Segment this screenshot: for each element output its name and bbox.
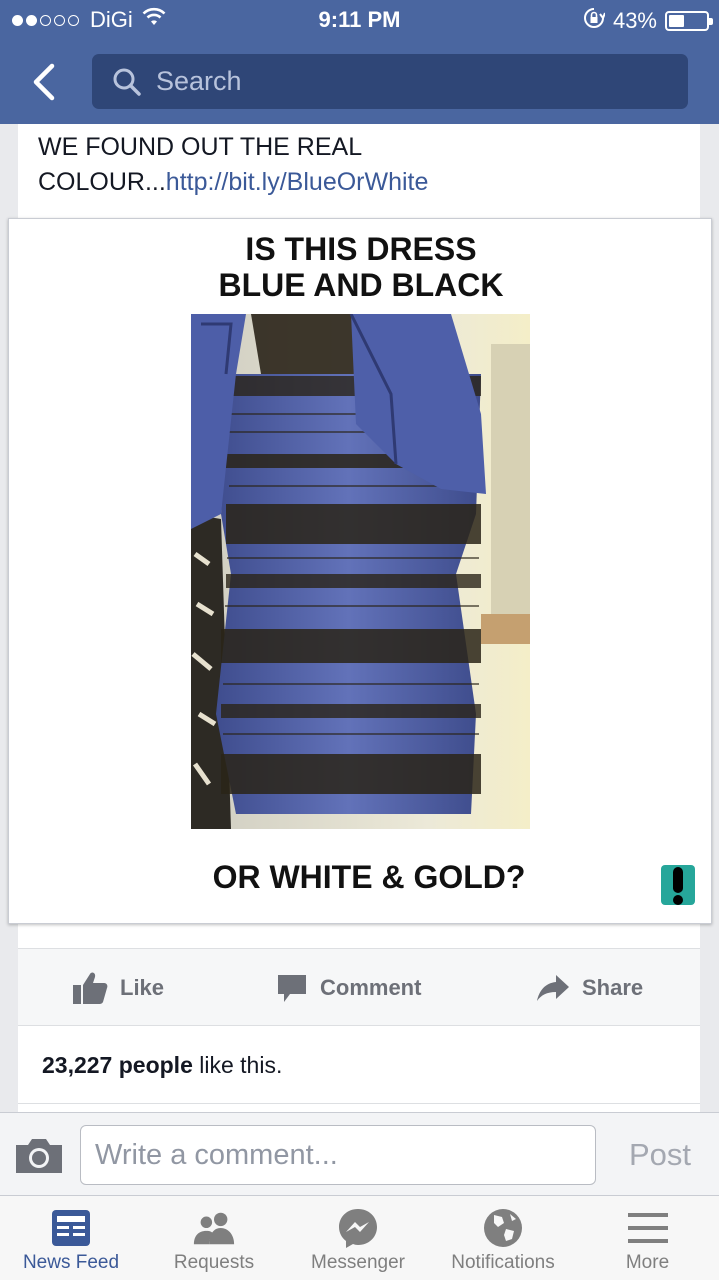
tab-label: Notifications [451, 1252, 555, 1273]
post-text: WE FOUND OUT THE REAL COLOUR...http://bi… [38, 130, 688, 200]
share-arrow-icon [537, 975, 569, 1001]
post-comment-button[interactable]: Post [620, 1131, 700, 1179]
comment-composer: Post [0, 1112, 719, 1196]
battery-fill [669, 15, 685, 27]
status-right: 43% [583, 7, 713, 35]
tab-label: Messenger [311, 1252, 405, 1273]
news-feed-icon [49, 1208, 93, 1248]
top-navigation-bar: DiGi 9:11 PM 43% Search [0, 0, 719, 124]
search-icon [112, 67, 142, 97]
comment-label: Comment [320, 975, 422, 1000]
comment-input[interactable] [80, 1125, 596, 1185]
like-button[interactable]: Like [72, 949, 164, 1027]
tab-requests[interactable]: Requests [142, 1196, 286, 1280]
thumbs-up-icon [73, 972, 108, 1004]
post-image[interactable]: IS THIS DRESS BLUE AND BLACK OR WHITE & … [8, 218, 712, 924]
comment-button[interactable]: Comment [276, 949, 421, 1027]
messenger-icon [336, 1208, 380, 1248]
search-input[interactable]: Search [92, 54, 688, 109]
bottom-tab-bar: News Feed Requests Messenger Notificatio… [0, 1196, 719, 1280]
post-link[interactable]: http://bit.ly/BlueOrWhite [166, 168, 429, 196]
tab-notifications[interactable]: Notifications [430, 1196, 576, 1280]
post-action-bar: Like Comment Share [18, 948, 700, 1026]
back-button[interactable] [24, 58, 64, 106]
like-label: Like [120, 975, 165, 1000]
tab-messenger[interactable]: Messenger [286, 1196, 430, 1280]
globe-icon [481, 1208, 525, 1248]
search-placeholder: Search [156, 66, 242, 96]
exclamation-logo-icon [661, 863, 695, 907]
likes-suffix: like this. [192, 1052, 283, 1078]
tab-label: News Feed [22, 1252, 120, 1273]
likes-summary[interactable]: 23,227 people like this. [42, 1052, 282, 1079]
tab-more[interactable]: More [576, 1196, 719, 1280]
rotation-lock-icon [583, 7, 606, 35]
headline-line-1: IS THIS DRESS [245, 231, 477, 267]
tab-label: More [625, 1252, 670, 1273]
share-button[interactable]: Share [536, 949, 643, 1027]
image-headline: IS THIS DRESS BLUE AND BLACK [9, 231, 713, 303]
status-bar: DiGi 9:11 PM 43% [0, 0, 719, 40]
camera-button[interactable] [14, 1135, 64, 1175]
tab-label: Requests [173, 1252, 255, 1273]
share-label: Share [582, 975, 644, 1000]
battery-icon [665, 11, 713, 31]
image-footline: OR WHITE & GOLD? [212, 859, 526, 895]
likes-count: 23,227 people [42, 1052, 193, 1078]
hamburger-icon [626, 1208, 670, 1248]
tab-news-feed[interactable]: News Feed [0, 1196, 142, 1280]
headline-line-2: BLUE AND BLACK [218, 267, 504, 303]
speech-bubble-icon [278, 975, 306, 1002]
dress-photo [191, 314, 530, 829]
divider [18, 1103, 700, 1104]
battery-percent: 43% [612, 8, 657, 33]
friends-icon [192, 1208, 236, 1248]
camera-icon [16, 1139, 62, 1173]
chevron-left-icon [33, 63, 55, 101]
